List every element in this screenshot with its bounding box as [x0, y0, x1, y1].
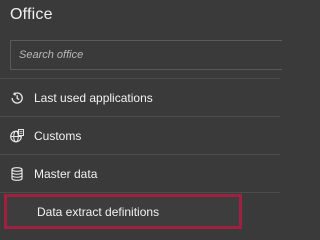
nav-item-label: Last used applications	[34, 90, 153, 105]
database-icon	[9, 166, 25, 182]
nav-item-master-data[interactable]: Master data	[0, 155, 280, 192]
history-icon	[9, 90, 25, 106]
nav-item-last-used-applications[interactable]: Last used applications	[0, 79, 280, 116]
office-panel: Office Last used applications Cu	[0, 0, 282, 235]
nav-subitem-data-extract-definitions[interactable]: Data extract definitions	[4, 194, 242, 229]
nav-item-customs[interactable]: Customs	[0, 117, 280, 154]
nav-item-label: Customs	[34, 128, 82, 143]
nav-item-label: Master data	[34, 166, 98, 181]
search-box	[10, 40, 282, 70]
globe-document-icon	[9, 128, 25, 144]
divider	[0, 192, 280, 193]
search-input[interactable]	[11, 41, 282, 69]
panel-title: Office	[10, 6, 53, 23]
nav-subitem-label: Data extract definitions	[37, 204, 160, 219]
